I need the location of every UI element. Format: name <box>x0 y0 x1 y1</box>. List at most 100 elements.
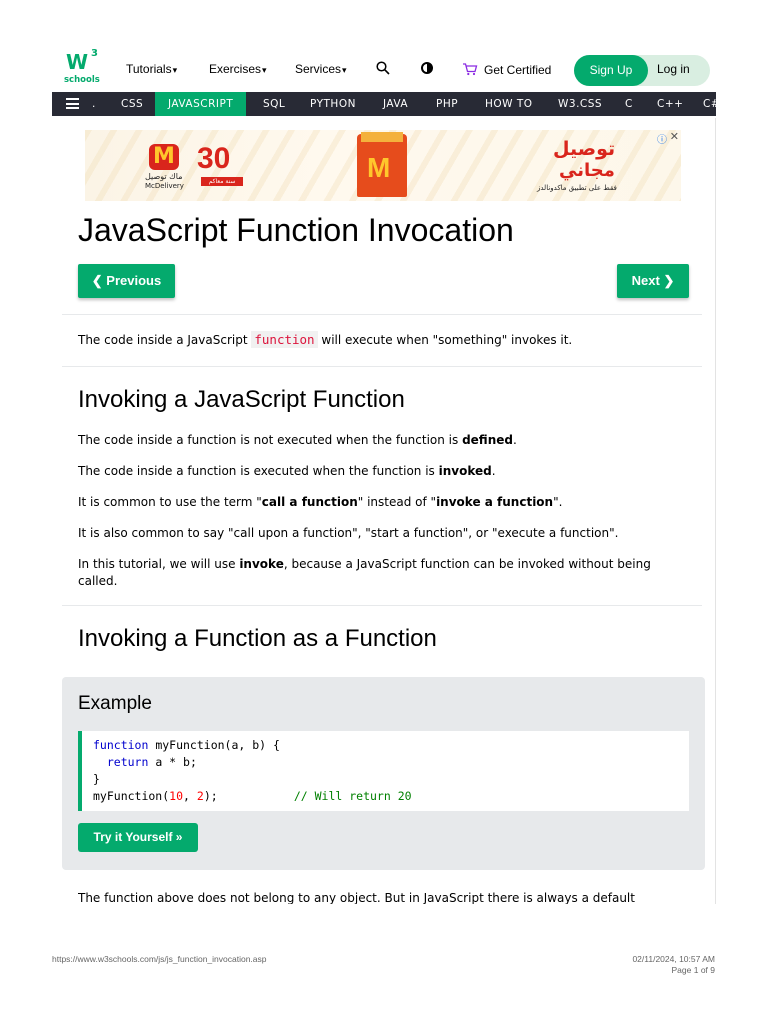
paragraph: The code inside a function is not execut… <box>78 432 688 449</box>
subject-item[interactable]: . <box>92 92 96 116</box>
w3schools-logo[interactable]: W 3 schools <box>64 48 104 88</box>
search-icon[interactable] <box>376 61 390 75</box>
menu-services[interactable]: Services▾ <box>295 62 347 76</box>
bold-text: defined <box>462 433 513 447</box>
subject-bar: . CSS JAVASCRIPT SQL PYTHON JAVA PHP HOW… <box>52 92 716 116</box>
code-text: myFunction( <box>93 789 170 803</box>
subject-c[interactable]: C <box>613 92 645 116</box>
ad-bag-top <box>361 132 403 142</box>
text: . <box>491 464 496 478</box>
advertisement-banner[interactable]: M ماك توصيل McDelivery 30 سنة معاكم M تو… <box>85 130 681 201</box>
log-in-button[interactable]: Log in <box>657 55 690 86</box>
subject-w3css[interactable]: W3.CSS <box>546 92 614 116</box>
code-keyword: function <box>93 738 149 752</box>
text: It is common to use the term " <box>78 495 262 509</box>
bold-text: call a function <box>261 495 358 509</box>
example-box: Example function myFunction(a, b) { retu… <box>62 677 705 870</box>
sign-up-button[interactable]: Sign Up <box>574 55 648 86</box>
paragraph: The function above does not belong to an… <box>78 891 635 904</box>
cart-icon[interactable] <box>462 62 478 76</box>
subject-how-to[interactable]: HOW TO <box>473 92 545 116</box>
ad-headline-1: توصيل <box>553 138 616 160</box>
menu-services-label: Services <box>295 62 342 76</box>
ad-mcdelivery-arabic: ماك توصيل <box>145 172 183 181</box>
section-heading-function: Invoking a Function as a Function <box>78 625 437 652</box>
code-text: ); <box>203 789 294 803</box>
logo-mark: W <box>66 50 88 74</box>
subject-java[interactable]: JAVA <box>371 92 420 116</box>
ad-bag-image: M <box>357 132 407 197</box>
logo-superscript: 3 <box>91 48 98 59</box>
auth-group: Sign Up Log in <box>574 55 710 86</box>
code-block: function myFunction(a, b) { return a * b… <box>78 731 689 811</box>
get-certified-link[interactable]: Get Certified <box>484 63 551 77</box>
ad-close-icon[interactable]: ✕ <box>670 130 679 143</box>
code-text: , <box>183 789 197 803</box>
mcdonalds-logo: M <box>149 144 179 170</box>
bold-text: invoke <box>239 557 284 571</box>
contrast-icon[interactable] <box>421 62 433 74</box>
subject-php[interactable]: PHP <box>424 92 470 116</box>
caret-down-icon: ▾ <box>262 65 267 75</box>
subject-sql[interactable]: SQL <box>251 92 297 116</box>
content-border <box>715 118 716 904</box>
paragraph: In this tutorial, we will use invoke, be… <box>78 556 688 590</box>
page-title: JavaScript Function Invocation <box>78 212 514 248</box>
print-footer-url: https://www.w3schools.com/js/js_function… <box>52 954 267 964</box>
ad-fine-print: فقط على تطبيق ماكدونالدز <box>537 184 617 192</box>
intro-text-end: will execute when "something" invokes it… <box>317 333 573 347</box>
top-navigation: W 3 schools Tutorials▾ Exercises▾ Servic… <box>52 44 716 92</box>
code-text: myFunction(a, b) { <box>148 738 280 752</box>
subject-python[interactable]: PYTHON <box>298 92 368 116</box>
try-it-yourself-button[interactable]: Try it Yourself » <box>78 823 198 852</box>
paragraph: It is common to use the term "call a fun… <box>78 494 688 511</box>
section-heading-invoking: Invoking a JavaScript Function <box>78 386 405 413</box>
menu-tutorials[interactable]: Tutorials▾ <box>126 62 177 76</box>
text: " instead of " <box>357 495 437 509</box>
ad-mcdelivery: McDelivery <box>145 182 184 190</box>
menu-tutorials-label: Tutorials <box>126 62 172 76</box>
paragraph: The code inside a function is executed w… <box>78 463 688 480</box>
code-number: 2 <box>196 789 204 803</box>
code-number: 10 <box>169 789 184 803</box>
bold-text: invoked <box>438 464 492 478</box>
divider <box>62 605 702 606</box>
next-button[interactable]: Next ❯ <box>617 264 689 298</box>
ad-headline-2: مجاني <box>559 160 615 181</box>
subject-csharp[interactable]: C# <box>692 92 716 116</box>
logo-text: schools <box>64 75 100 85</box>
intro-text: The code inside a JavaScript <box>78 333 252 347</box>
divider <box>62 366 702 367</box>
text: The code inside a function is executed w… <box>78 464 439 478</box>
code-text: a * b; <box>148 755 197 769</box>
text: . <box>512 433 517 447</box>
paragraph: It is also common to say "call upon a fu… <box>78 526 619 540</box>
example-title: Example <box>78 693 152 714</box>
menu-exercises-label: Exercises <box>209 62 262 76</box>
ad-thirty: 30 <box>197 142 231 175</box>
menu-exercises[interactable]: Exercises▾ <box>209 62 267 76</box>
previous-button[interactable]: ❮ Previous <box>78 264 175 298</box>
intro-paragraph: The code inside a JavaScript function wi… <box>78 331 688 349</box>
text: The code inside a function is not execut… <box>78 433 463 447</box>
subject-javascript[interactable]: JAVASCRIPT <box>155 92 247 116</box>
print-footer-page: Page 1 of 9 <box>671 965 715 975</box>
divider <box>62 314 702 315</box>
subject-cpp[interactable]: C++ <box>645 92 695 116</box>
text: In this tutorial, we will use <box>78 557 240 571</box>
code-keyword: return <box>106 755 149 769</box>
bold-text: invoke a function <box>436 495 554 509</box>
adchoices-icon[interactable]: ⓘ <box>657 131 667 146</box>
inline-code: function <box>251 331 318 348</box>
print-footer-datetime: 02/11/2024, 10:57 AM <box>632 954 715 964</box>
menu-icon[interactable] <box>66 98 79 109</box>
code-comment: // Will return 20 <box>293 789 412 803</box>
caret-down-icon: ▾ <box>342 65 347 75</box>
code-text: } <box>93 772 100 786</box>
ad-thirty-sub: سنة معاكم <box>201 177 243 186</box>
subject-css[interactable]: CSS <box>109 92 155 116</box>
caret-down-icon: ▾ <box>172 65 178 75</box>
text: ". <box>553 495 563 509</box>
ad-bag-logo: M <box>367 152 391 183</box>
